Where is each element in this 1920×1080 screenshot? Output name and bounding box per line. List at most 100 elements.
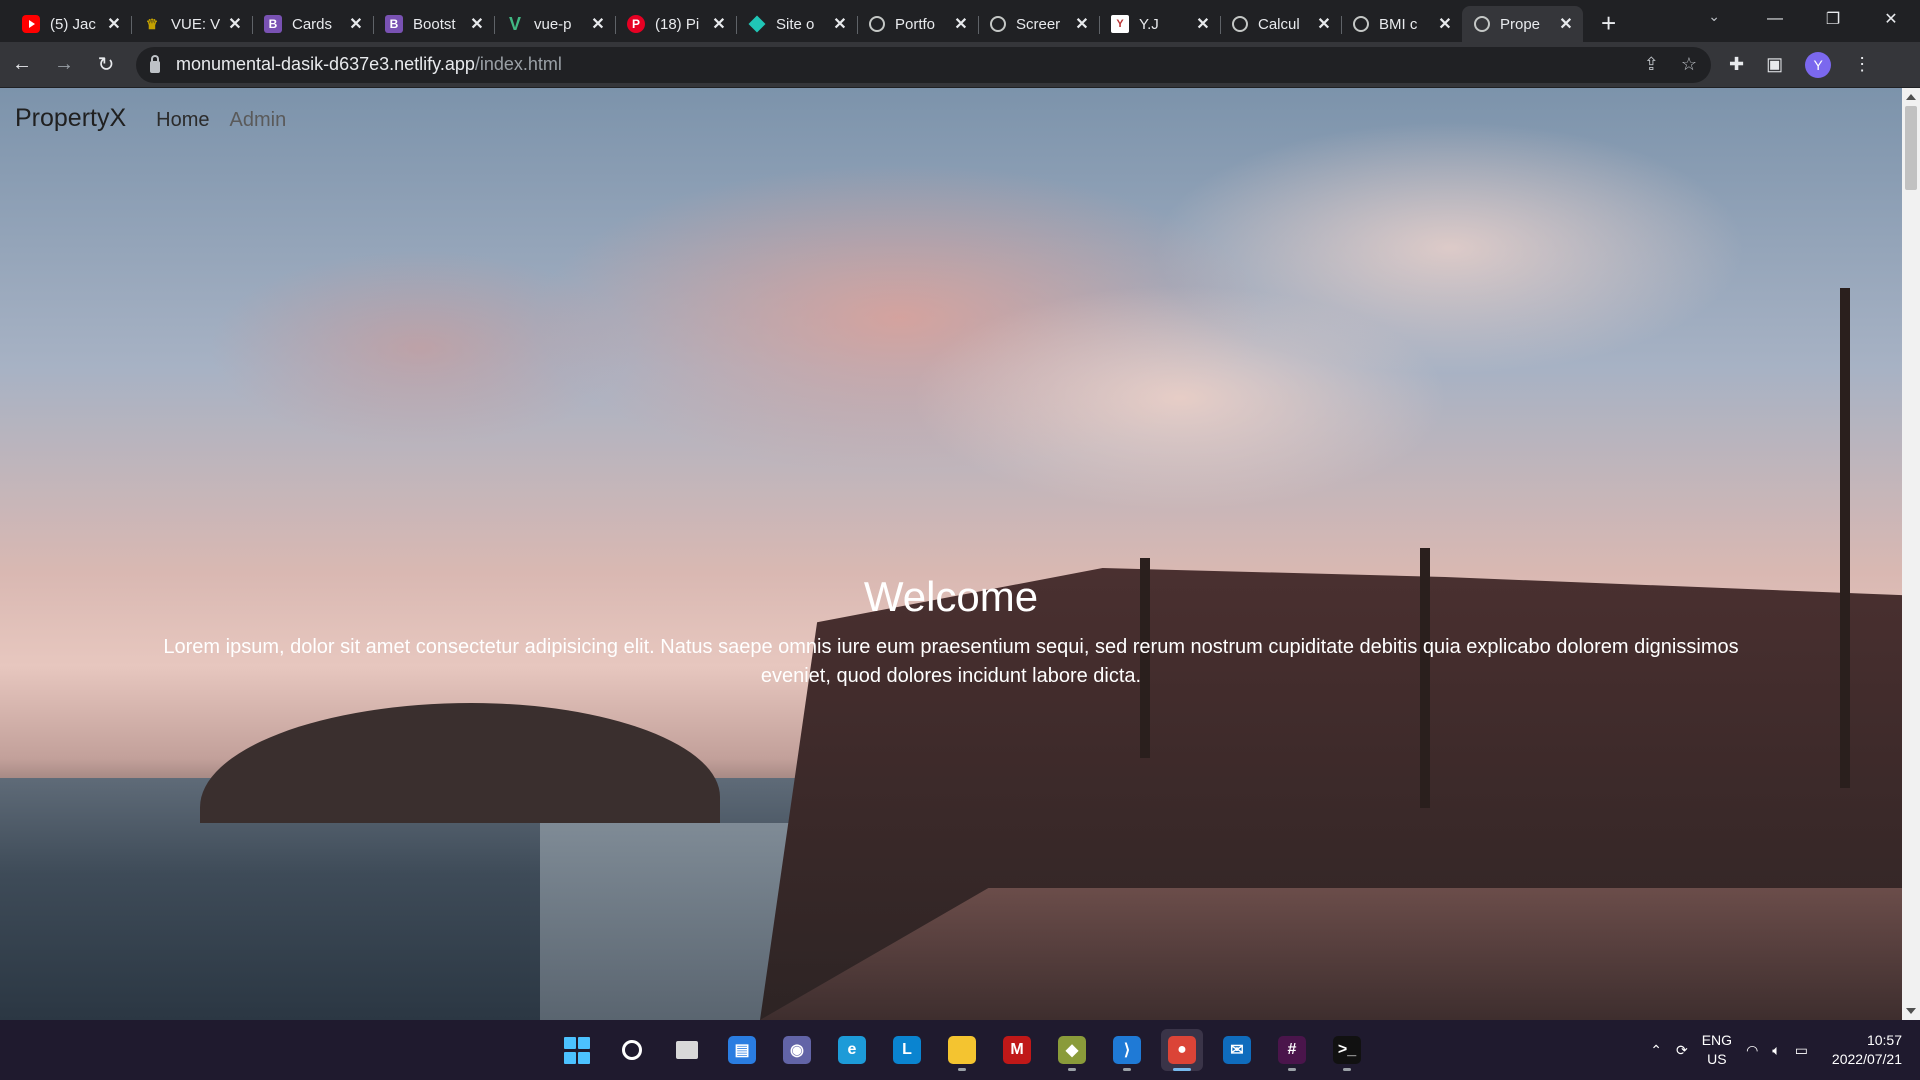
scroll-thumb[interactable] <box>1905 106 1917 190</box>
site-navbar: PropertyX Home Admin <box>15 104 306 133</box>
site-brand[interactable]: PropertyX <box>15 104 126 133</box>
battery-icon[interactable]: ▭ <box>1795 1042 1808 1059</box>
lock-icon[interactable] <box>150 54 160 73</box>
windows-logo-square <box>578 1051 590 1064</box>
bootstrap-icon: B <box>385 15 403 33</box>
tab-close-icon[interactable]: ✕ <box>952 14 970 34</box>
browser-tab[interactable]: Calcul ✕ <box>1220 6 1341 42</box>
page-scrollbar[interactable] <box>1902 88 1920 1020</box>
wifi-icon[interactable]: ◠ <box>1746 1042 1758 1059</box>
tab-title: Prope <box>1500 15 1541 33</box>
tab-close-icon[interactable]: ✕ <box>105 14 123 34</box>
browser-tab[interactable]: Prope ✕ <box>1462 6 1583 42</box>
tab-close-icon[interactable]: ✕ <box>831 14 849 34</box>
browser-tab[interactable]: P (18) Pi ✕ <box>615 6 736 42</box>
chrome-icon: ● <box>1168 1036 1196 1064</box>
windows-logo-square <box>564 1051 576 1064</box>
new-tab-button[interactable]: + <box>1601 8 1616 39</box>
pinterest-icon: P <box>627 15 645 33</box>
tab-close-icon[interactable]: ✕ <box>1315 14 1333 34</box>
chrome-menu-icon[interactable]: ⋮ <box>1853 54 1871 75</box>
scroll-down-arrow-icon[interactable] <box>1906 1008 1916 1014</box>
browser-tab[interactable]: Screer ✕ <box>978 6 1099 42</box>
close-window-icon[interactable]: ✕ <box>1862 9 1920 29</box>
share-icon[interactable]: ⇪ <box>1644 54 1659 75</box>
bookmark-star-icon[interactable]: ☆ <box>1681 54 1697 75</box>
restore-icon[interactable]: ❐ <box>1804 9 1862 29</box>
task-view-icon <box>673 1036 701 1064</box>
reload-icon[interactable]: ↻ <box>86 45 126 85</box>
taskbar-app[interactable] <box>611 1029 653 1071</box>
taskbar-app[interactable]: ⟩ <box>1106 1029 1148 1071</box>
browser-tab[interactable]: Vvue-p ✕ <box>494 6 615 42</box>
browser-tab[interactable]: BMI c ✕ <box>1341 6 1462 42</box>
widgets-icon: ▤ <box>728 1036 756 1064</box>
running-indicator <box>1068 1068 1076 1071</box>
clock[interactable]: 10:57 2022/07/21 <box>1832 1031 1902 1069</box>
taskbar-app[interactable]: ● <box>1161 1029 1203 1071</box>
side-panel-icon[interactable]: ▣ <box>1766 54 1783 75</box>
running-indicator <box>1173 1068 1191 1071</box>
volume-icon[interactable]: 🔈︎ <box>1772 1042 1780 1059</box>
tab-close-icon[interactable]: ✕ <box>226 14 244 34</box>
tab-title: (18) Pi <box>655 15 700 33</box>
lang-top: ENG <box>1701 1032 1733 1048</box>
tab-close-icon[interactable]: ✕ <box>1436 14 1454 34</box>
tab-title: Site o <box>776 15 815 33</box>
profile-avatar[interactable]: Y <box>1805 51 1832 78</box>
back-icon[interactable]: ← <box>2 45 42 85</box>
git-icon: ◆ <box>1058 1036 1086 1064</box>
minimize-icon[interactable]: — <box>1746 10 1804 28</box>
tab-close-icon[interactable]: ✕ <box>347 14 365 34</box>
taskbar-app[interactable]: >_ <box>1326 1029 1368 1071</box>
taskbar-app[interactable] <box>556 1029 598 1071</box>
browser-tab[interactable]: B Cards ✕ <box>252 6 373 42</box>
tab-close-icon[interactable]: ✕ <box>468 14 486 34</box>
taskbar-app[interactable]: M <box>996 1029 1038 1071</box>
system-tray: ⌃ ⟳ ENG US ◠ 🔈︎ ▭ 10:57 2022/07/21 <box>1650 1020 1902 1080</box>
address-bar[interactable]: monumental-dasik-d637e3.netlify.app/inde… <box>136 46 1711 83</box>
nav-admin[interactable]: Admin <box>230 109 287 132</box>
scroll-up-arrow-icon[interactable] <box>1906 94 1916 100</box>
browser-tab[interactable]: Site o ✕ <box>736 6 857 42</box>
teams-chat-icon: ◉ <box>783 1036 811 1064</box>
tab-search-icon[interactable]: ⌄ <box>1708 8 1720 25</box>
extensions-icon[interactable]: ✚ <box>1729 54 1744 75</box>
mcafee-icon: M <box>1003 1036 1031 1064</box>
file-explorer-icon <box>948 1036 976 1064</box>
taskbar-app[interactable]: L <box>886 1029 928 1071</box>
globe-icon <box>990 16 1006 32</box>
taskbar-app[interactable]: ◉ <box>776 1029 818 1071</box>
browser-tab[interactable]: B Bootst ✕ <box>373 6 494 42</box>
tab-close-icon[interactable]: ✕ <box>1557 14 1575 34</box>
tab-title: BMI c <box>1379 15 1418 33</box>
taskbar-app[interactable]: e <box>831 1029 873 1071</box>
taskbar-app[interactable]: # <box>1271 1029 1313 1071</box>
nav-home[interactable]: Home <box>156 109 209 132</box>
browser-tab[interactable]: Y Y.J ✕ <box>1099 6 1220 42</box>
tab-close-icon[interactable]: ✕ <box>589 14 607 34</box>
sync-icon[interactable]: ⟳ <box>1676 1042 1688 1059</box>
browser-tab[interactable]: ♛ VUE: V ✕ <box>131 6 252 42</box>
taskbar-app[interactable]: ◆ <box>1051 1029 1093 1071</box>
vue-school-icon: ♛ <box>145 15 159 32</box>
tab-close-icon[interactable]: ✕ <box>710 14 728 34</box>
page-viewport: PropertyX Home Admin Welcome Lorem ipsum… <box>0 88 1920 1020</box>
browser-tab[interactable]: Portfo ✕ <box>857 6 978 42</box>
clock-date: 2022/07/21 <box>1831 1051 1902 1067</box>
tab-title: vue-p <box>534 15 572 33</box>
taskbar-app[interactable]: ✉ <box>1216 1029 1258 1071</box>
mail-icon: ✉ <box>1223 1036 1251 1064</box>
taskbar-app[interactable] <box>941 1029 983 1071</box>
browser-tab[interactable]: (5) Jac ✕ <box>10 6 131 42</box>
taskbar-app[interactable] <box>666 1029 708 1071</box>
tab-close-icon[interactable]: ✕ <box>1194 14 1212 34</box>
windows-taskbar: ▤ ◉ e L M ◆ ⟩ ● ✉ # >_ ⌃ ⟳ ENG US ◠ 🔈︎ ▭ 10:57 202… <box>0 1020 1920 1080</box>
show-hidden-icons-icon[interactable]: ⌃ <box>1650 1042 1662 1059</box>
forward-icon[interactable]: → <box>44 45 84 85</box>
hero-title: Welcome <box>863 573 1039 620</box>
taskbar-app[interactable]: ▤ <box>721 1029 763 1071</box>
language-indicator[interactable]: ENG US <box>1702 1031 1732 1069</box>
running-indicator <box>958 1068 966 1071</box>
tab-close-icon[interactable]: ✕ <box>1073 14 1091 34</box>
